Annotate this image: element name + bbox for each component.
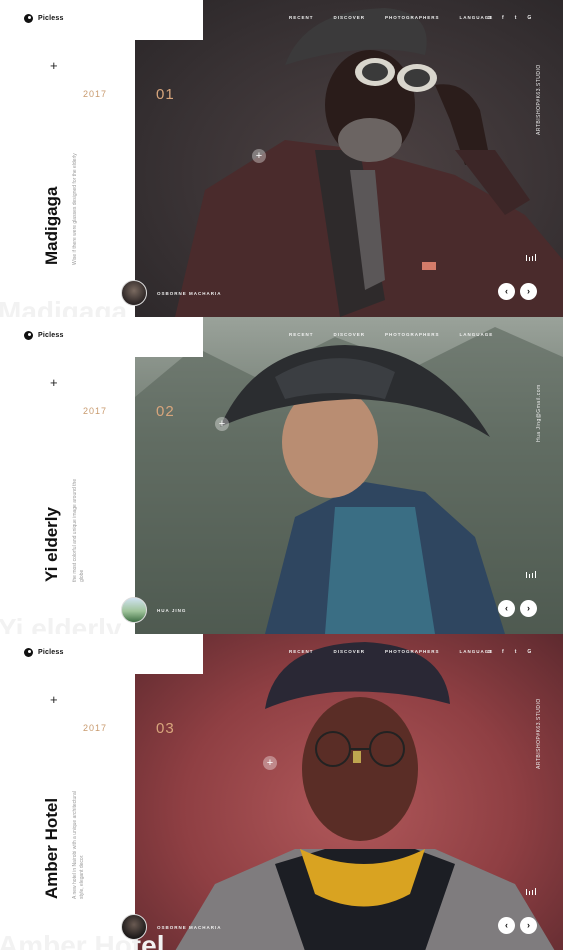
prev-arrow-button[interactable]: ‹	[498, 600, 515, 617]
avatar[interactable]	[121, 597, 147, 623]
year-label: 2017	[83, 89, 108, 99]
slide-title: Madigaga	[42, 186, 61, 265]
author-info[interactable]: OSBORNE MACHARIA	[121, 280, 222, 306]
hero-photo	[135, 634, 563, 950]
social-links: ◘ f t G	[488, 15, 531, 21]
year-label: 2017	[83, 406, 108, 416]
side-credit: Hua Jing@Gmail.com	[536, 384, 542, 442]
slider-controls: ‹ ›	[498, 600, 537, 617]
slider-controls: ‹ ›	[498, 283, 537, 300]
year-label: 2017	[83, 723, 108, 733]
nav-recent[interactable]: RECENT	[289, 15, 314, 20]
avatar[interactable]	[121, 914, 147, 940]
hotspot-plus-icon[interactable]: +	[252, 149, 266, 163]
google-icon[interactable]: G	[527, 649, 531, 655]
top-nav: RECENT DISCOVER PHOTOGRAPHERS LANGUAGE	[289, 332, 493, 337]
next-arrow-button[interactable]: ›	[520, 917, 537, 934]
slide-panel-2: Picless RECENT DISCOVER PHOTOGRAPHERS LA…	[0, 317, 563, 634]
google-icon[interactable]: G	[527, 15, 531, 21]
slide-panel-3: Picless RECENT DISCOVER PHOTOGRAPHERS LA…	[0, 634, 563, 950]
equalizer-icon	[526, 571, 536, 578]
avatar[interactable]	[121, 280, 147, 306]
prev-arrow-button[interactable]: ‹	[498, 917, 515, 934]
next-arrow-button[interactable]: ›	[520, 600, 537, 617]
nav-discover[interactable]: DISCOVER	[334, 332, 366, 337]
nav-discover[interactable]: DISCOVER	[334, 15, 366, 20]
hero-photo	[135, 317, 563, 634]
plus-icon[interactable]: +	[50, 58, 58, 73]
hotspot-plus-icon[interactable]: +	[215, 417, 229, 431]
slide-index: 01	[156, 86, 175, 103]
author-info[interactable]: OSBORNE MACHARIA	[121, 914, 222, 940]
nav-photographers[interactable]: PHOTOGRAPHERS	[385, 15, 439, 20]
slide-description: A new hotel in Nairobi with a unique arc…	[72, 791, 85, 899]
brand-logo[interactable]: Picless	[24, 648, 64, 657]
plus-icon[interactable]: +	[50, 692, 58, 707]
side-credit: ARTBISHOP#K63.STUDIO	[536, 64, 542, 135]
slide-description: Wise if there were glasses designed for …	[72, 153, 78, 265]
portrait-illustration	[135, 327, 563, 634]
nav-photographers[interactable]: PHOTOGRAPHERS	[385, 649, 439, 654]
twitter-icon[interactable]: t	[515, 649, 517, 655]
brand-logo[interactable]: Picless	[24, 331, 64, 340]
facebook-icon[interactable]: f	[502, 15, 504, 21]
slide-panel-1: Picless RECENT DISCOVER PHOTOGRAPHERS LA…	[0, 0, 563, 317]
slide-title: Amber Hotel	[42, 797, 61, 899]
brand-name: Picless	[38, 15, 64, 22]
author-info[interactable]: HUA JING	[121, 597, 186, 623]
plus-icon[interactable]: +	[50, 375, 58, 390]
nav-language[interactable]: LANGUAGE	[459, 332, 493, 337]
nav-discover[interactable]: DISCOVER	[334, 649, 366, 654]
slide-title: Yi elderly	[42, 507, 61, 582]
nav-photographers[interactable]: PHOTOGRAPHERS	[385, 332, 439, 337]
author-name: OSBORNE MACHARIA	[157, 924, 222, 930]
ghost-title: Madigaga	[0, 296, 128, 317]
nav-recent[interactable]: RECENT	[289, 649, 314, 654]
facebook-icon[interactable]: f	[502, 649, 504, 655]
nav-recent[interactable]: RECENT	[289, 332, 314, 337]
slide-description: the most colorful and unique image aroun…	[72, 478, 85, 582]
slide-index: 03	[156, 720, 175, 737]
equalizer-icon	[526, 254, 536, 261]
instagram-icon[interactable]: ◘	[488, 649, 491, 655]
next-arrow-button[interactable]: ›	[520, 283, 537, 300]
social-links: ◘ f t G	[488, 649, 531, 655]
author-name: OSBORNE MACHARIA	[157, 290, 222, 296]
slide-index: 02	[156, 403, 175, 420]
top-nav: RECENT DISCOVER PHOTOGRAPHERS LANGUAGE	[289, 649, 493, 654]
instagram-icon[interactable]: ◘	[488, 15, 491, 21]
brand-name: Picless	[38, 332, 64, 339]
logo-icon	[24, 648, 33, 657]
author-name: HUA JING	[157, 607, 187, 613]
hotspot-plus-icon[interactable]: +	[263, 756, 277, 770]
hero-photo	[135, 0, 563, 317]
twitter-icon[interactable]: t	[515, 15, 517, 21]
logo-icon	[24, 14, 33, 23]
equalizer-icon	[526, 888, 536, 895]
brand-logo[interactable]: Picless	[24, 14, 64, 23]
prev-arrow-button[interactable]: ‹	[498, 283, 515, 300]
portrait-illustration	[175, 642, 555, 950]
logo-icon	[24, 331, 33, 340]
side-credit: ARTBISHOP#K63.STUDIO	[536, 698, 542, 769]
slider-controls: ‹ ›	[498, 917, 537, 934]
ghost-title: Yi elderly	[0, 613, 122, 634]
top-nav: RECENT DISCOVER PHOTOGRAPHERS LANGUAGE	[289, 15, 493, 20]
brand-name: Picless	[38, 649, 64, 656]
portrait-illustration	[175, 8, 563, 317]
